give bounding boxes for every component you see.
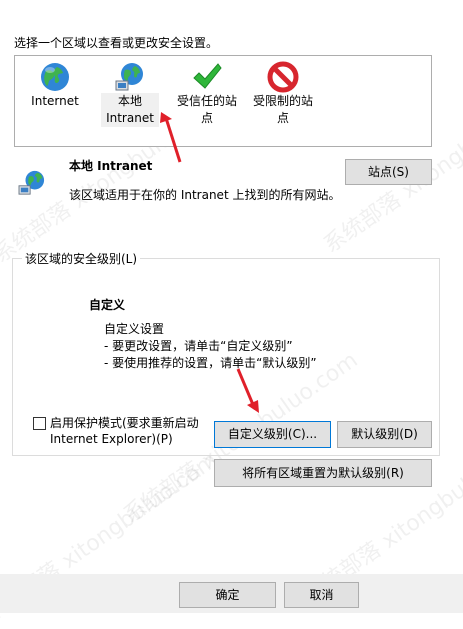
zone-list: Internet 本地 Intranet 受信任的站 点 受限制的站 点 — [14, 55, 432, 147]
zone-title: 本地 Intranet — [69, 159, 153, 173]
restricted-icon — [267, 61, 299, 93]
zone-description: 该区域适用于在你的 Intranet 上找到的所有网站。 — [69, 188, 341, 202]
zone-label: 受限制的站 点 — [252, 94, 313, 125]
protected-mode-label: Internet Explorer)(P) — [50, 432, 173, 446]
instruction-text: 选择一个区域以查看或更改安全设置。 — [14, 36, 219, 50]
level-desc: - 要更改设置，请单击“自定义级别” — [104, 339, 293, 353]
protected-mode-checkbox[interactable] — [33, 417, 46, 430]
network-globe-icon — [18, 170, 45, 195]
ok-button[interactable]: 确定 — [179, 582, 276, 608]
annotation-arrow — [236, 368, 259, 413]
custom-level-button[interactable]: 自定义级别(C)... — [214, 421, 331, 448]
zone-restricted-sites[interactable]: 受限制的站 点 — [243, 61, 323, 127]
checkmark-icon — [193, 63, 222, 89]
globe-icon — [41, 63, 69, 91]
zone-internet[interactable]: Internet — [25, 61, 85, 110]
security-level-label: 该区域的安全级别(L) — [22, 250, 141, 267]
sites-button[interactable]: 站点(S) — [345, 159, 432, 185]
network-globe-icon — [115, 63, 143, 91]
level-name: 自定义 — [89, 298, 126, 312]
annotation-arrow — [160, 112, 182, 163]
level-desc: - 要使用推荐的设置，请单击“默认级别” — [104, 356, 317, 370]
cancel-button[interactable]: 取消 — [284, 582, 359, 608]
zone-label: 本地 Intranet — [101, 93, 159, 127]
zone-local-intranet[interactable]: 本地 Intranet — [101, 61, 159, 127]
reset-all-zones-button[interactable]: 将所有区域重置为默认级别(R) — [214, 459, 432, 487]
default-level-button[interactable]: 默认级别(D) — [337, 421, 432, 448]
protected-mode-label: 启用保护模式(要求重新启动 — [50, 416, 199, 430]
level-desc: 自定义设置 — [104, 322, 165, 336]
zone-label: Internet — [31, 94, 79, 108]
